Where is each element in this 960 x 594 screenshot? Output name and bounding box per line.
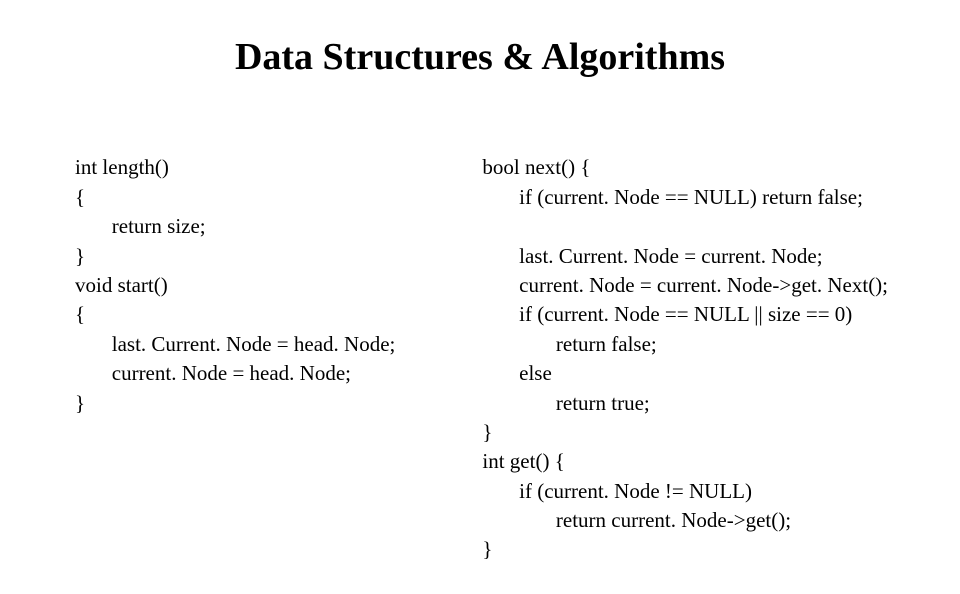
code-line: int length() <box>75 155 169 179</box>
code-line: void start() <box>75 273 168 297</box>
page-title: Data Structures & Algorithms <box>40 35 920 79</box>
code-line: } <box>482 420 492 444</box>
code-line: current. Node = head. Node; <box>75 361 351 385</box>
code-line: return true; <box>482 391 649 415</box>
code-line: return size; <box>75 214 206 238</box>
code-line: { <box>75 185 85 209</box>
code-line: else <box>482 361 551 385</box>
code-line: } <box>75 391 85 415</box>
code-line: current. Node = current. Node->get. Next… <box>482 273 888 297</box>
code-line: return false; <box>482 332 656 356</box>
code-line: } <box>482 537 492 561</box>
content-columns: int length() { return size; } void start… <box>40 124 920 594</box>
right-column: bool next() { if (current. Node == NULL)… <box>482 124 940 594</box>
code-line: return current. Node->get(); <box>482 508 791 532</box>
left-column: int length() { return size; } void start… <box>40 124 462 594</box>
code-line: { <box>75 302 85 326</box>
code-line: bool next() { <box>482 155 590 179</box>
code-line: if (current. Node == NULL) return false; <box>482 185 863 209</box>
code-line: if (current. Node != NULL) <box>482 479 752 503</box>
code-line: } <box>75 244 85 268</box>
code-line: last. Current. Node = head. Node; <box>75 332 395 356</box>
code-line: int get() { <box>482 449 564 473</box>
slide: Data Structures & Algorithms int length(… <box>0 0 960 540</box>
code-line: if (current. Node == NULL || size == 0) <box>482 302 852 326</box>
code-line: last. Current. Node = current. Node; <box>482 244 822 268</box>
